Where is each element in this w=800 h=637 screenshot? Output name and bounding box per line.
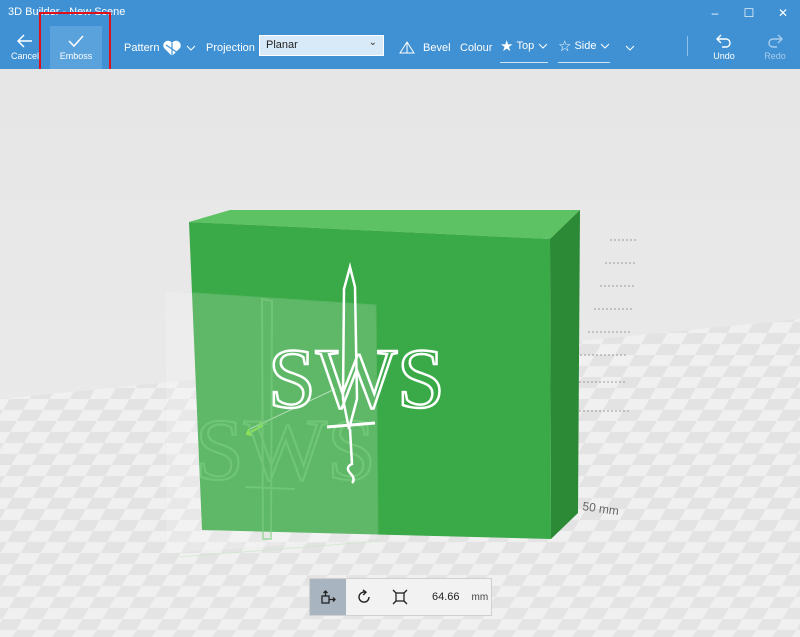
close-icon: ✕ (777, 6, 789, 20)
more-chevron[interactable] (625, 26, 635, 69)
projection-label: Projection (206, 41, 255, 54)
pattern-control[interactable]: Pattern (124, 26, 196, 69)
close-button[interactable]: ✕ (766, 0, 800, 26)
cancel-label: Cancel (10, 51, 39, 61)
minimize-button[interactable]: – (698, 0, 732, 26)
redo-button[interactable]: Redo (756, 26, 794, 69)
chevron-down-icon (625, 45, 635, 51)
emboss-text: SWS (268, 330, 445, 426)
star-filled-icon: ★ (500, 38, 514, 55)
box-side-face (550, 210, 580, 539)
chevron-down-icon (601, 43, 610, 49)
top-label: Top (516, 40, 535, 52)
minimize-icon: – (711, 6, 719, 20)
pattern-label: Pattern (124, 41, 160, 54)
bevel-button[interactable]: Bevel (399, 26, 451, 69)
maximize-icon: ☐ (743, 6, 755, 20)
chevron-down-icon (538, 43, 548, 49)
side-colour-button[interactable]: ☆ Side (558, 31, 611, 63)
chevron-down-icon: ⌄ (368, 37, 377, 48)
undo-button[interactable]: Undo (705, 26, 743, 69)
scale-icon (392, 589, 408, 605)
toolbar-divider (687, 36, 688, 56)
bevel-icon (399, 40, 415, 53)
3d-viewport[interactable]: 50 mm SWS SWS (0, 69, 800, 637)
rotate-button[interactable] (346, 579, 382, 615)
redo-icon (768, 34, 783, 48)
maximize-button[interactable]: ☐ (732, 0, 766, 26)
colour-label-wrap: Colour (460, 26, 492, 69)
rotate-icon (358, 589, 370, 603)
size-value[interactable]: 64.66 (432, 591, 460, 603)
colour-label: Colour (460, 41, 493, 54)
back-arrow-icon (17, 34, 32, 48)
star-outline-icon: ☆ (558, 38, 572, 55)
undo-label: Undo (713, 51, 735, 61)
projection-select[interactable]: Planar ⌄ (259, 35, 384, 56)
side-label: Side (574, 40, 597, 52)
bevel-label: Bevel (423, 41, 451, 54)
toolbar: Cancel Emboss Pattern Projection Planar … (0, 26, 800, 69)
transform-bar: 64.66 mm (309, 578, 492, 616)
pattern-heart-icon (163, 40, 182, 56)
top-colour-button[interactable]: ★ Top (500, 31, 549, 63)
scale-button[interactable] (382, 579, 418, 615)
projection-value: Planar (266, 39, 298, 51)
move-button[interactable] (310, 579, 346, 615)
size-unit: mm (471, 591, 489, 603)
title-bar: 3D Builder - New Scene – ☐ ✕ (0, 0, 800, 26)
undo-icon (716, 34, 731, 48)
chevron-down-icon (187, 45, 196, 51)
projection-label-wrap: Projection (206, 26, 255, 69)
redo-label: Redo (764, 51, 786, 61)
move-icon (321, 590, 336, 604)
